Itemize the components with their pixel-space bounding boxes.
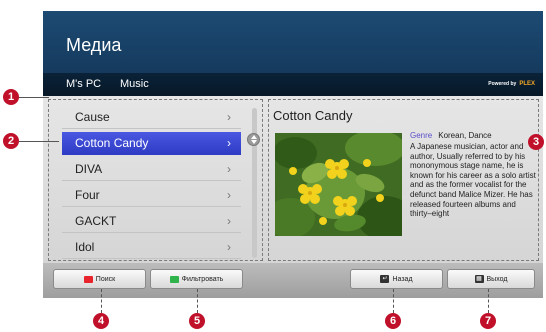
filter-button[interactable]: Фильтровать — [150, 269, 243, 289]
back-button[interactable]: ↵ Назад — [350, 269, 443, 289]
back-button-label: Назад — [392, 275, 413, 283]
breadcrumb: M's PC Music Powered by PLEX — [43, 73, 543, 96]
callout-1-leader — [19, 97, 49, 98]
scrollbar-track[interactable] — [252, 108, 257, 258]
artist-bio: A Japanese musician, actor and author, U… — [410, 142, 536, 219]
plex-logo: PLEX — [519, 81, 535, 87]
chevron-right-icon: › — [227, 110, 231, 124]
list-item-selected[interactable]: Cotton Candy › — [62, 132, 241, 155]
callout-2-leader — [19, 141, 59, 142]
list-item[interactable]: Four › — [62, 184, 241, 207]
search-button[interactable]: Поиск — [53, 269, 146, 289]
green-key-icon — [169, 275, 179, 283]
exit-button[interactable]: ▦ Выход — [447, 269, 535, 289]
detail-panel: Cotton Candy Genre Korean, Dance A Japan… — [268, 99, 539, 261]
callout-4: 4 — [93, 313, 109, 329]
callout-4-leader — [101, 289, 102, 313]
footer-bar: Поиск Фильтровать ↵ Назад ▦ Выход — [43, 263, 543, 298]
list-item-label: Cotton Candy — [75, 136, 149, 150]
content-area: Cause › Cotton Candy › DIVA › Four › GAC… — [43, 96, 543, 263]
list-item[interactable]: DIVA › — [62, 158, 241, 181]
chevron-right-icon: › — [227, 214, 231, 228]
callout-2: 2 — [3, 133, 19, 149]
scrollbar-handle[interactable] — [247, 133, 260, 146]
list-item-label: DIVA — [75, 162, 103, 176]
callout-6-leader — [393, 289, 394, 313]
powered-by-text: Powered by — [488, 81, 517, 87]
genre-value: Korean, Dance — [438, 131, 492, 140]
search-button-label: Поиск — [95, 275, 116, 283]
callout-1: 1 — [3, 89, 19, 105]
breadcrumb-item-music[interactable]: Music — [120, 78, 149, 90]
chevron-right-icon: › — [227, 162, 231, 176]
callout-3: 3 — [528, 134, 544, 150]
filter-button-label: Фильтровать — [181, 275, 224, 283]
list-item[interactable]: GACKT › — [62, 210, 241, 233]
artist-photo — [275, 133, 402, 236]
page-title: Медиа — [66, 35, 122, 55]
genre-line: Genre Korean, Dance — [410, 131, 492, 140]
chevron-right-icon: › — [227, 136, 231, 150]
callout-6: 6 — [385, 313, 401, 329]
red-key-icon — [83, 275, 93, 283]
chevron-right-icon: › — [227, 188, 231, 202]
chevron-right-icon: › — [227, 240, 231, 254]
app-header: Медиа — [43, 11, 543, 73]
genre-label: Genre — [410, 131, 433, 140]
breadcrumb-item-pc[interactable]: M's PC — [66, 78, 101, 90]
list-item[interactable]: Idol › — [62, 236, 241, 259]
list-item-label: GACKT — [75, 214, 117, 228]
list-item[interactable]: Cause › — [62, 106, 241, 129]
list-item-label: Cause — [75, 110, 110, 124]
artist-list: Cause › Cotton Candy › DIVA › Four › GAC… — [48, 99, 263, 261]
tv-screen: Медиа M's PC Music Powered by PLEX Cause … — [43, 11, 543, 298]
list-item-label: Idol — [75, 240, 95, 254]
list-item-label: Four — [75, 188, 100, 202]
back-key-icon: ↵ — [380, 275, 390, 283]
exit-key-icon: ▦ — [474, 275, 484, 283]
callout-7-leader — [488, 289, 489, 313]
detail-title: Cotton Candy — [273, 108, 353, 123]
callout-5-leader — [197, 289, 198, 313]
powered-by-badge: Powered by PLEX — [488, 81, 535, 87]
exit-button-label: Выход — [486, 275, 508, 283]
callout-7: 7 — [480, 313, 496, 329]
callout-5: 5 — [189, 313, 205, 329]
